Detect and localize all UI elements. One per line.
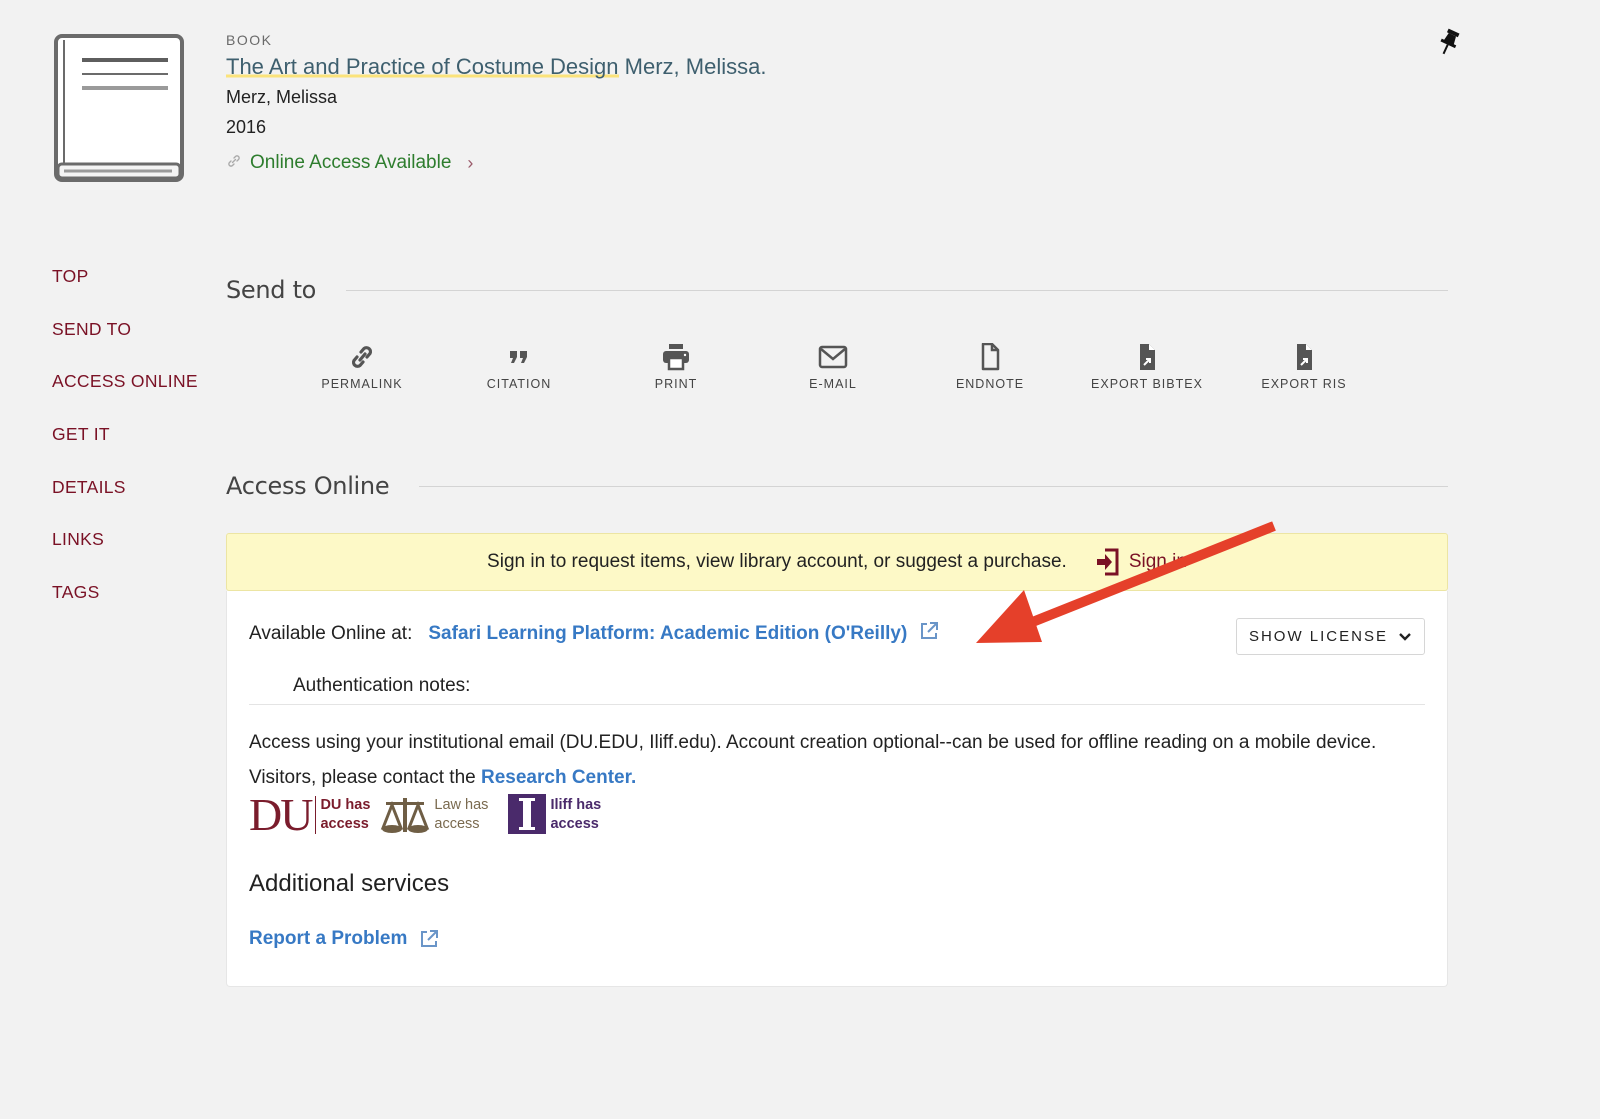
iliff-caption-line1: Iliff has	[550, 797, 602, 813]
record-summary: BOOK The Art and Practice of Costume Des…	[226, 32, 766, 174]
email-label: E-MAIL	[809, 377, 857, 391]
iliff-logo-icon	[508, 794, 547, 834]
chevron-right-icon: ›	[467, 152, 474, 173]
authentication-notes-label: Authentication notes:	[293, 675, 471, 696]
record-title-author: Merz, Melissa.	[618, 54, 767, 79]
file-export-icon	[1224, 343, 1384, 373]
export-ris-button[interactable]: EXPORT RIS	[1224, 343, 1384, 391]
pin-icon[interactable]	[1438, 28, 1460, 56]
record-type: BOOK	[226, 32, 273, 48]
scales-icon	[381, 798, 430, 833]
print-label: PRINT	[654, 377, 698, 391]
report-problem-label: Report a Problem	[249, 928, 408, 949]
service-link[interactable]: Safari Learning Platform: Academic Editi…	[428, 623, 907, 645]
quote-icon	[439, 343, 599, 373]
envelope-icon	[753, 343, 913, 373]
send-to-actions: PERMALINK CITATION PRINT E-MAIL ENDNOTE …	[0, 342, 1600, 403]
access-online-card: Available Online at: Safari Learning Pla…	[226, 591, 1448, 987]
record-title-link[interactable]: The Art and Practice of Costume Design	[226, 54, 619, 79]
du-caption-line2: access	[320, 816, 369, 832]
file-export-icon	[1067, 343, 1227, 373]
permalink-label: PERMALINK	[321, 377, 403, 391]
nav-item-links[interactable]: LINKS	[52, 529, 198, 582]
external-link-icon[interactable]	[919, 621, 939, 647]
signin-banner: Sign in to request items, view library a…	[226, 533, 1448, 591]
access-online-section-header: Access Online	[226, 472, 1448, 500]
available-online-row: Available Online at: Safari Learning Pla…	[249, 621, 939, 647]
record-author: Merz, Melissa	[226, 87, 338, 107]
section-nav: TOP SEND TO ACCESS ONLINE GET IT DETAILS…	[52, 266, 198, 635]
export-bibtex-label: EXPORT BIBTEX	[1091, 377, 1203, 391]
iliff-access-logo: Iliff has access	[508, 794, 601, 834]
access-online-heading: Access Online	[226, 472, 390, 500]
authentication-note: Access using your institutional email (D…	[249, 725, 1429, 795]
signin-message: Sign in to request items, view library a…	[487, 551, 1067, 572]
permalink-button[interactable]: PERMALINK	[282, 343, 442, 391]
export-bibtex-button[interactable]: EXPORT BIBTEX	[1067, 343, 1227, 391]
law-caption-line2: access	[434, 816, 480, 832]
export-ris-label: EXPORT RIS	[1261, 377, 1347, 391]
access-logos: DU DU has access Law has access Iliff ha…	[249, 789, 601, 840]
additional-services-heading: Additional services	[249, 870, 450, 897]
du-logo-icon: DU	[249, 789, 313, 840]
link-icon	[226, 153, 242, 174]
endnote-button[interactable]: ENDNOTE	[910, 342, 1070, 391]
show-license-label: SHOW LICENSE	[1248, 628, 1388, 645]
show-license-dropdown[interactable]: SHOW LICENSE	[1235, 618, 1425, 655]
nav-item-top[interactable]: TOP	[52, 266, 198, 319]
authentication-note-text: Access using your institutional email (D…	[249, 732, 1377, 788]
print-button[interactable]: PRINT	[596, 343, 756, 391]
divider	[419, 485, 1448, 487]
signin-button[interactable]: Sign in	[1095, 548, 1187, 576]
nav-item-tags[interactable]: TAGS	[52, 582, 198, 635]
email-button[interactable]: E-MAIL	[753, 343, 913, 391]
du-access-logo: DU DU has access	[249, 789, 371, 840]
signin-icon	[1096, 548, 1119, 576]
send-to-section-header: Send to	[226, 276, 1448, 304]
iliff-caption-line2: access	[550, 816, 599, 832]
record-title: The Art and Practice of Costume Design M…	[226, 52, 766, 82]
send-to-heading: Send to	[226, 276, 317, 304]
link-icon	[282, 343, 442, 373]
printer-icon	[596, 343, 756, 373]
report-problem-link[interactable]: Report a Problem	[249, 928, 439, 950]
du-caption-line1: DU has	[320, 797, 371, 813]
citation-button[interactable]: CITATION	[439, 343, 599, 391]
external-link-icon	[421, 930, 439, 947]
online-access-link[interactable]: Online Access Available ›	[226, 152, 766, 174]
book-cover-icon	[54, 34, 184, 182]
file-icon	[910, 342, 1070, 373]
signin-label: Sign in	[1128, 551, 1187, 572]
nav-item-get-it[interactable]: GET IT	[52, 424, 198, 477]
citation-label: CITATION	[486, 377, 552, 391]
endnote-label: ENDNOTE	[955, 377, 1025, 391]
online-access-label: Online Access Available	[250, 152, 452, 173]
research-center-link[interactable]: Research Center.	[481, 767, 636, 788]
law-caption-line1: Law has	[434, 797, 489, 813]
divider	[346, 289, 1448, 291]
law-access-logo: Law has access	[380, 796, 488, 834]
chevron-down-icon	[1399, 632, 1411, 641]
nav-item-details[interactable]: DETAILS	[52, 477, 198, 530]
record-year: 2016	[226, 117, 267, 137]
available-online-label: Available Online at:	[249, 623, 413, 644]
divider	[249, 704, 1425, 705]
